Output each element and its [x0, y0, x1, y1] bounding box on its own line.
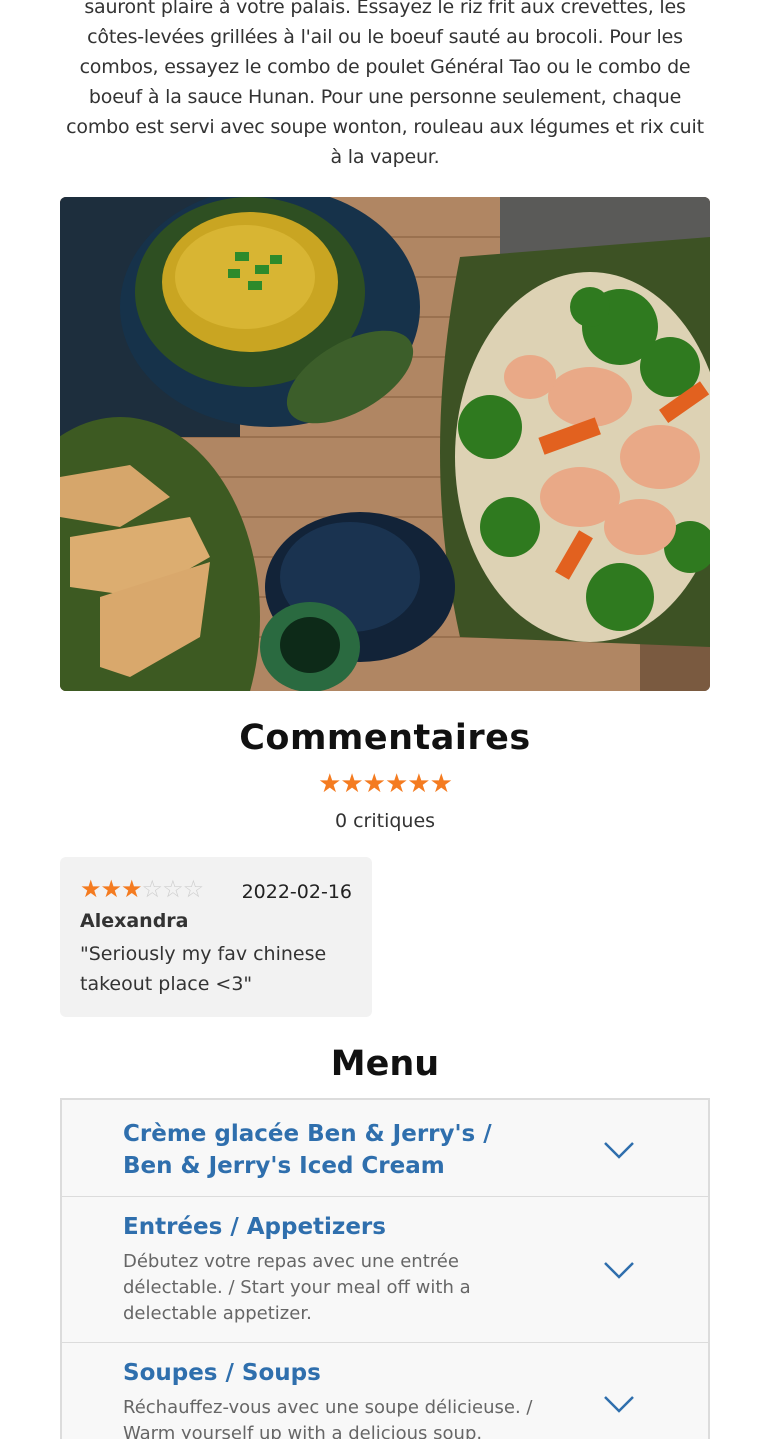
chevron-down-icon[interactable] — [604, 1141, 634, 1159]
menu-accordion: Crème glacée Ben & Jerry's / Ben & Jerry… — [60, 1098, 710, 1439]
menu-heading: Menu — [330, 1044, 440, 1084]
review-rating-stars: ★★★☆☆☆ — [80, 875, 205, 903]
star-icon-empty: ☆☆☆ — [141, 875, 205, 903]
menu-section-soups[interactable]: Soupes / Soups Réchauffez-vous avec une … — [62, 1343, 708, 1439]
restaurant-description: sauront plaire à votre palais. Essayez l… — [66, 0, 704, 168]
menu-section-title[interactable]: Soupes / Soups — [123, 1357, 543, 1389]
food-photo — [60, 197, 710, 691]
reviews-count: 0 critiques — [334, 810, 436, 832]
average-rating-stars: ★★★★★★ — [318, 769, 453, 799]
review-card: ★★★☆☆☆ 2022-02-16 Alexandra "Seriously m… — [60, 857, 372, 1017]
chevron-down-icon[interactable] — [604, 1261, 634, 1279]
menu-section-title[interactable]: Entrées / Appetizers — [123, 1211, 543, 1243]
review-author: Alexandra — [80, 910, 189, 932]
menu-section-ice-cream[interactable]: Crème glacée Ben & Jerry's / Ben & Jerry… — [62, 1100, 708, 1197]
review-text: "Seriously my fav chinese takeout place … — [80, 943, 327, 995]
menu-section-appetizers[interactable]: Entrées / Appetizers Débutez votre repas… — [62, 1197, 708, 1343]
menu-section-description: Réchauffez-vous avec une soupe délicieus… — [123, 1397, 533, 1439]
chevron-down-icon[interactable] — [604, 1395, 634, 1413]
reviews-heading: Commentaires — [239, 718, 531, 758]
menu-section-description: Débutez votre repas avec une entrée déle… — [123, 1251, 471, 1324]
review-date: 2022-02-16 — [241, 881, 352, 903]
star-icon-filled: ★★★ — [80, 875, 143, 903]
menu-section-title[interactable]: Crème glacée Ben & Jerry's / Ben & Jerry… — [123, 1118, 543, 1182]
